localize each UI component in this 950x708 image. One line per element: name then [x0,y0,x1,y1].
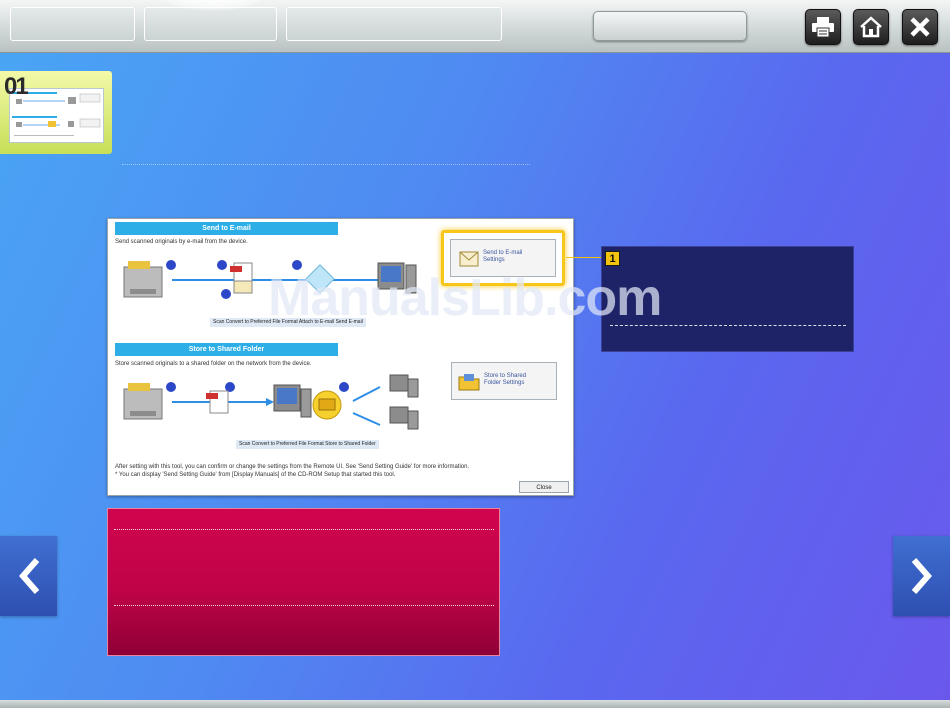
top-toolbar [0,0,950,53]
section-description-shared-folder: Store scanned originals to a shared fold… [115,361,312,367]
chevron-right-icon [911,558,932,594]
watermark: ManualsLib.com [268,269,662,327]
legend-item-scan-2: Scan [239,441,251,447]
tool-screenshot: Send to E-mail Send scanned originals by… [107,218,574,496]
search-field[interactable] [593,11,747,41]
callout-badge: 1 [605,251,620,266]
page-thumbnail[interactable]: 01 [0,71,112,154]
info-divider-top [114,529,494,530]
note-remote-ui: After setting with this tool, you can co… [115,464,470,470]
close-icon [910,17,930,37]
thumbnail-number: 01 [4,73,29,100]
info-divider-bottom [114,605,494,606]
store-shared-folder-settings-button[interactable]: Store to Shared Folder Settings [451,362,557,400]
printer-icon [812,17,834,38]
close-dialog-button[interactable]: Close [519,481,569,493]
legend-item-convert-2: Convert to Preferred File Format [251,441,324,447]
section-description-send-email: Send scanned originals by e-mail from th… [115,239,248,245]
print-button[interactable] [805,9,841,45]
previous-page-button[interactable] [0,536,57,616]
folder-flow-legend: Scan Convert to Preferred File Format St… [236,440,379,449]
legend-item-store: Store to Shared Folder [325,441,376,447]
home-icon [860,16,882,38]
nav-tab-1[interactable] [10,7,135,41]
section-header-send-email: Send to E-mail [115,222,338,235]
legend-item-scan: Scan [213,319,225,325]
nav-tab-2[interactable] [144,7,277,41]
home-button[interactable] [853,9,889,45]
nav-tab-3[interactable] [286,7,502,41]
note-cd-rom: * You can display 'Send Setting Guide' f… [115,472,396,478]
folder-flow-diagram [123,374,419,430]
divider-dotted [122,164,530,165]
chevron-left-icon [18,558,39,594]
folder-icon [458,374,480,391]
callout-connector [566,257,606,258]
info-panel [107,508,500,656]
bottom-bar [0,700,950,708]
next-page-button[interactable] [893,536,950,616]
store-shared-folder-settings-label: Store to Shared Folder Settings [484,373,527,386]
section-header-shared-folder: Store to Shared Folder [115,343,338,356]
close-button[interactable] [902,9,938,45]
